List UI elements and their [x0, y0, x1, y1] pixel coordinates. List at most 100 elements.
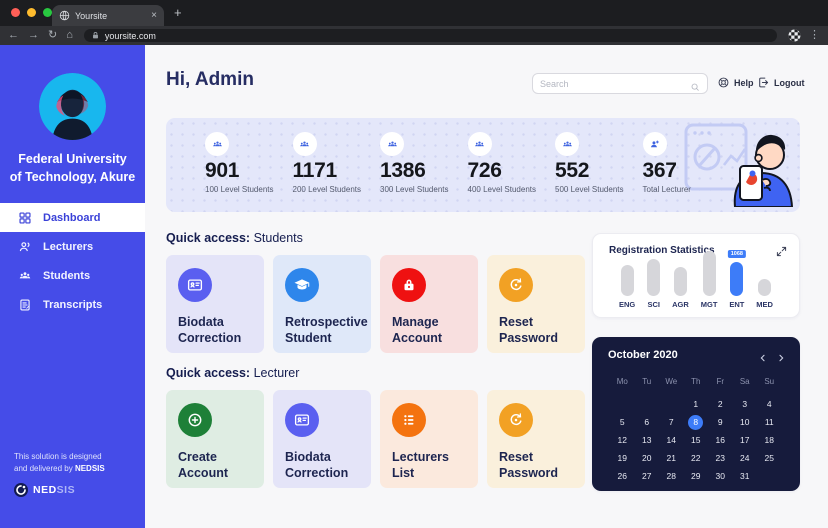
calendar-day[interactable]: 9 [708, 413, 733, 431]
calendar-day[interactable]: 15 [684, 431, 709, 449]
calendar-day[interactable]: 26 [610, 467, 635, 485]
calendar-day[interactable]: 7 [659, 413, 684, 431]
calendar-day[interactable]: 8 [684, 413, 709, 431]
bar-category-label: MGT [701, 300, 718, 309]
url-text: yoursite.com [105, 31, 156, 41]
calendar-day[interactable]: 14 [659, 431, 684, 449]
card-manage-account[interactable]: Manage Account [380, 255, 478, 353]
new-tab-button[interactable]: + [174, 5, 182, 20]
address-bar[interactable]: yoursite.com [84, 29, 777, 42]
help-button[interactable]: Help [717, 76, 754, 89]
calendar-day[interactable]: 13 [635, 431, 660, 449]
sidebar-item-label: Dashboard [43, 212, 100, 224]
calendar-day[interactable]: 6 [635, 413, 660, 431]
calendar-day[interactable]: 18 [757, 431, 782, 449]
chart-bar-agr[interactable]: AGR [672, 249, 689, 309]
calendar-weekday: Tu [635, 373, 660, 389]
card-biodata-correction[interactable]: Biodata Correction [273, 390, 371, 488]
chart-bar-eng[interactable]: ENG [619, 249, 635, 309]
card-label: Biodata Correction [285, 449, 359, 482]
logout-button[interactable]: Logout [757, 76, 805, 89]
calendar-day[interactable]: 25 [757, 449, 782, 467]
expand-icon[interactable] [776, 244, 787, 255]
calendar-day[interactable]: 12 [610, 431, 635, 449]
card-label: Retrospective Student [285, 314, 359, 347]
card-create-account[interactable]: Create Account [166, 390, 264, 488]
calendar-day[interactable]: 11 [757, 413, 782, 431]
plus-circle-icon [178, 403, 212, 437]
students-group-icon [293, 132, 317, 156]
card-biodata-correction[interactable]: Biodata Correction [166, 255, 264, 353]
reset-icon [499, 403, 533, 437]
card-lecturers-list[interactable]: Lecturers List [380, 390, 478, 488]
calendar-day[interactable]: 31 [733, 467, 758, 485]
calendar-next-icon[interactable] [776, 350, 786, 360]
bar-chart: ENG SCI AGR MGT 1068ENT MED [619, 249, 773, 309]
calendar-weekday: We [659, 373, 684, 389]
reset-icon [499, 268, 533, 302]
calendar-day[interactable]: 2 [708, 395, 733, 413]
home-icon[interactable]: ⌂ [66, 30, 73, 41]
forward-icon[interactable]: → [28, 30, 39, 41]
menu-kebab-icon[interactable]: ⋮ [809, 30, 820, 41]
calendar-day[interactable]: 29 [684, 467, 709, 485]
calendar-day[interactable]: 10 [733, 413, 758, 431]
sidebar: Federal University of Technology, Akure … [0, 45, 145, 528]
calendar-day[interactable]: 1 [684, 395, 709, 413]
sidebar-item-students[interactable]: Students [0, 261, 145, 290]
chart-bar-med[interactable]: MED [756, 249, 773, 309]
search-icon [690, 79, 700, 89]
chart-bar-ent[interactable]: 1068ENT [729, 249, 744, 309]
sidebar-item-transcripts[interactable]: Transcripts [0, 290, 145, 319]
window-controls[interactable] [11, 8, 52, 17]
quick-access-lecturer-title: Quick access: Lecturer [166, 366, 299, 380]
card-label: Biodata Correction [178, 314, 252, 347]
browser-tab[interactable]: Yoursite × [52, 5, 164, 26]
calendar-day[interactable]: 22 [684, 449, 709, 467]
card-reset-password[interactable]: Reset Password [487, 255, 585, 353]
stat-label: 400 Level Students [468, 185, 556, 194]
card-retrospective-student[interactable]: Retrospective Student [273, 255, 371, 353]
students-group-icon [555, 132, 579, 156]
sidebar-item-dashboard[interactable]: Dashboard [0, 203, 145, 232]
back-icon[interactable]: ← [8, 30, 19, 41]
calendar-day[interactable]: 20 [635, 449, 660, 467]
calendar-day[interactable]: 16 [708, 431, 733, 449]
close-window-button[interactable] [11, 8, 20, 17]
calendar-day[interactable]: 24 [733, 449, 758, 467]
search-input[interactable] [540, 79, 690, 89]
calendar-day[interactable]: 27 [635, 467, 660, 485]
card-reset-password[interactable]: Reset Password [487, 390, 585, 488]
lecturer-icon [18, 240, 32, 254]
stat-label: 300 Level Students [380, 185, 468, 194]
calendar-day[interactable]: 19 [610, 449, 635, 467]
sidebar-item-label: Transcripts [43, 299, 102, 311]
stats-banner: 901100 Level Students1171200 Level Stude… [166, 118, 800, 212]
calendar-day[interactable]: 4 [757, 395, 782, 413]
calendar-day[interactable]: 28 [659, 467, 684, 485]
students-group-icon [380, 132, 404, 156]
calendar-prev-icon[interactable] [758, 350, 768, 360]
stat-value: 726 [468, 159, 556, 183]
calendar-day[interactable]: 21 [659, 449, 684, 467]
stat-label: 500 Level Students [555, 185, 643, 194]
minimize-window-button[interactable] [27, 8, 36, 17]
calendar-weekday: Fr [708, 373, 733, 389]
id-card-icon [178, 268, 212, 302]
calendar-day[interactable]: 23 [708, 449, 733, 467]
profile-checkered-icon[interactable] [788, 29, 801, 42]
sidebar-item-lecturers[interactable]: Lecturers [0, 232, 145, 261]
calendar-day[interactable]: 30 [708, 467, 733, 485]
tab-close-icon[interactable]: × [151, 10, 157, 21]
chart-bar-sci[interactable]: SCI [647, 249, 660, 309]
calendar-day[interactable]: 3 [733, 395, 758, 413]
reload-icon[interactable]: ↻ [48, 30, 57, 41]
stat-value: 367 [643, 159, 731, 183]
students-group-icon [205, 132, 229, 156]
calendar-day[interactable]: 5 [610, 413, 635, 431]
calendar-day[interactable]: 17 [733, 431, 758, 449]
maximize-window-button[interactable] [43, 8, 52, 17]
chart-bar-mgt[interactable]: MGT [701, 249, 718, 309]
calendar-weekday: Th [684, 373, 709, 389]
browser-tabstrip: Yoursite × + [0, 0, 828, 26]
